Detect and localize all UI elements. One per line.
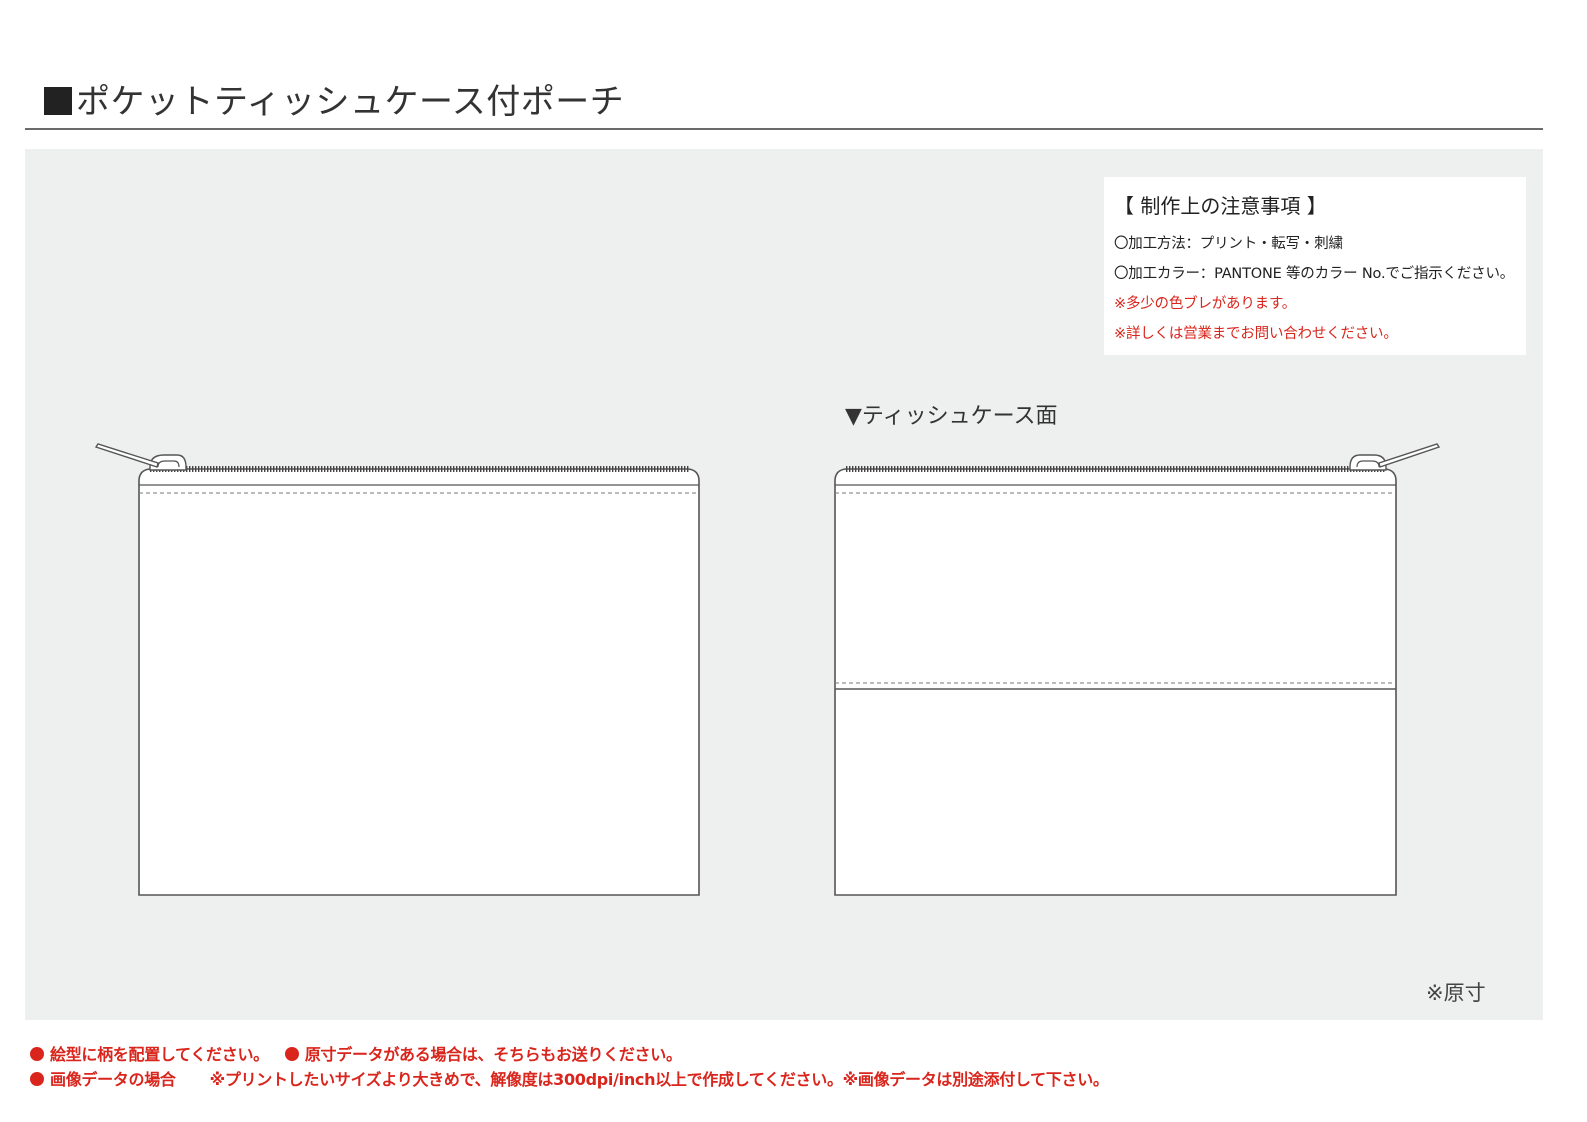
red-bullet-icon [30,1047,44,1061]
footer-instruction-1: 絵型に柄を配置してください。 原寸データがある場合は、そちらもお送りください。 [30,1041,682,1065]
footer-send-original: 原寸データがある場合は、そちらもお送りください。 [304,1045,682,1064]
front-pouch-outline [138,466,700,896]
footer-place-pattern: 絵型に柄を配置してください。 [50,1045,269,1064]
footer-instruction-2: 画像データの場合 ※プリントしたいサイズより大きめで、解像度は300dpi/inc… [30,1066,1109,1090]
back-zipper-teeth [846,466,1386,472]
back-pouch-outline [834,466,1397,896]
footer-image-data-label: 画像データの場合 [50,1070,176,1089]
actual-size-note: ※原寸 [1426,981,1486,1005]
footer-image-data-detail: ※プリントしたいサイズより大きめで、解像度は300dpi/inch以上で作成して… [209,1070,1109,1089]
front-zipper-pull-icon [94,443,187,471]
red-bullet-icon [30,1072,44,1086]
front-zipper-teeth [150,466,690,472]
pouch-drawings [94,443,1441,896]
red-bullet-icon [284,1047,299,1061]
back-zipper-pull-icon [1349,443,1441,471]
